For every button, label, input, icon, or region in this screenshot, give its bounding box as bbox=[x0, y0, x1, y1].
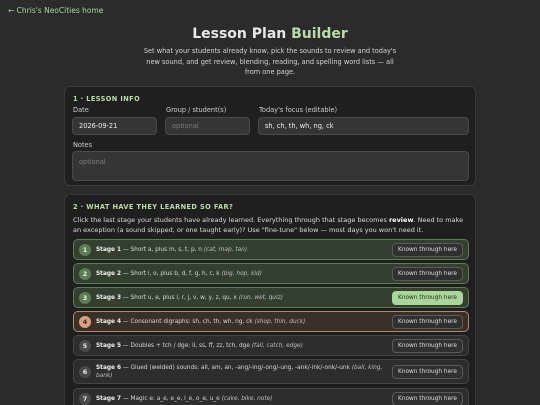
stage-row-6[interactable]: 6 Stage 6 — Glued (welded) sounds: all, … bbox=[73, 359, 469, 384]
focus-label: Today's focus (editable) bbox=[259, 106, 338, 114]
stage-name: Stage 7 bbox=[96, 395, 121, 402]
stage-description: Stage 6 — Glued (welded) sounds: all, am… bbox=[96, 364, 383, 379]
stage-name: Stage 2 bbox=[96, 270, 121, 277]
stage-examples: (cake, bike, note) bbox=[221, 395, 273, 402]
stage-desc: Consonant digraphs: sh, ch, th, wh, ng, … bbox=[130, 318, 253, 325]
stage-examples: (fall, catch, edge) bbox=[251, 342, 303, 349]
stage-number: 1 bbox=[79, 243, 91, 256]
stage-desc: Magic e: a_e, e_e, i_e, o_e, u_e bbox=[130, 395, 220, 402]
stage-desc: Short i, o, plus b, d, f, g, h, c, k bbox=[130, 270, 220, 277]
stage-number: 7 bbox=[79, 392, 91, 405]
stage-description: Stage 4 — Consonant digraphs: sh, ch, th… bbox=[96, 318, 306, 325]
stage-desc: Glued (welded) sounds: all, am, an, -ang… bbox=[130, 364, 350, 371]
stages-heading: 2 · WHAT HAVE THEY LEARNED SO FAR? bbox=[73, 203, 234, 211]
notes-textarea[interactable]: optional bbox=[72, 151, 469, 181]
stage-description: Stage 5 — Doubles + tch / dge: ll, ss, f… bbox=[96, 342, 303, 349]
page-subtitle: Set what your students already know, pic… bbox=[143, 47, 397, 76]
known-through-button[interactable]: Known through here bbox=[392, 242, 463, 257]
lesson-info-heading: 1 · LESSON INFO bbox=[73, 95, 141, 103]
group-input[interactable]: optional bbox=[165, 117, 250, 135]
stage-row-2[interactable]: 2 Stage 2 — Short i, o, plus b, d, f, g,… bbox=[73, 263, 469, 284]
stage-examples: (cat, map, tan) bbox=[203, 246, 248, 253]
known-through-button[interactable]: Known through here bbox=[392, 314, 463, 329]
stage-description: Stage 3 — Short u, e, plus l, r, j, v, w… bbox=[96, 294, 283, 301]
date-input[interactable]: 2026-09-21 bbox=[72, 117, 157, 135]
stage-examples: (big, hop, kid) bbox=[221, 270, 262, 277]
known-through-button-selected[interactable]: Known through here bbox=[392, 290, 463, 305]
stage-description: Stage 7 — Magic e: a_e, e_e, i_e, o_e, u… bbox=[96, 395, 273, 402]
known-through-button[interactable]: Known through here bbox=[392, 391, 463, 405]
stages-intro: Click the last stage your students have … bbox=[73, 215, 469, 235]
stage-description: Stage 1 — Short a, plus m, s, t, p, n (c… bbox=[96, 246, 248, 253]
stage-number: 3 bbox=[79, 291, 91, 304]
stage-row-7[interactable]: 7 Stage 7 — Magic e: a_e, e_e, i_e, o_e,… bbox=[73, 388, 469, 405]
stage-number: 5 bbox=[79, 339, 91, 352]
stage-name: Stage 3 bbox=[96, 294, 121, 301]
stage-examples: (shop, thin, duck) bbox=[254, 318, 306, 325]
known-through-button[interactable]: Known through here bbox=[392, 266, 463, 281]
stage-name: Stage 6 bbox=[96, 364, 121, 371]
stage-number: 4 bbox=[79, 315, 91, 328]
stage-number: 6 bbox=[79, 365, 91, 378]
title-accent: Builder bbox=[291, 26, 348, 42]
focus-input[interactable]: sh, ch, th, wh, ng, ck bbox=[258, 117, 469, 135]
intro-text-bold: review bbox=[388, 216, 414, 224]
stage-name: Stage 5 bbox=[96, 342, 121, 349]
stage-row-3[interactable]: 3 Stage 3 — Short u, e, plus l, r, j, v,… bbox=[73, 287, 469, 308]
notes-label: Notes bbox=[73, 141, 93, 149]
stage-row-4[interactable]: 4 Stage 4 — Consonant digraphs: sh, ch, … bbox=[73, 311, 469, 332]
known-through-button[interactable]: Known through here bbox=[392, 364, 463, 379]
stage-row-5[interactable]: 5 Stage 5 — Doubles + tch / dge: ll, ss,… bbox=[73, 335, 469, 356]
stage-description: Stage 2 — Short i, o, plus b, d, f, g, h… bbox=[96, 270, 262, 277]
back-home-link[interactable]: ← Chris's NeoCities home bbox=[8, 6, 103, 15]
date-label: Date bbox=[73, 106, 89, 114]
stage-desc: Short a, plus m, s, t, p, n bbox=[130, 246, 202, 253]
page-title: Lesson Plan Builder bbox=[0, 26, 540, 42]
group-label: Group / student(s) bbox=[166, 106, 227, 114]
title-main: Lesson Plan bbox=[192, 26, 287, 42]
stage-desc: Doubles + tch / dge: ll, ss, ff, zz, tch… bbox=[130, 342, 250, 349]
stage-number: 2 bbox=[79, 267, 91, 280]
stage-desc: Short u, e, plus l, r, j, v, w, y, z, qu… bbox=[130, 294, 237, 301]
known-through-button[interactable]: Known through here bbox=[392, 338, 463, 353]
intro-text-pre: Click the last stage your students have … bbox=[73, 216, 389, 224]
stage-name: Stage 1 bbox=[96, 246, 121, 253]
lesson-info-card: 1 · LESSON INFO Date 2026-09-21 Group / … bbox=[64, 86, 476, 186]
stage-examples: (run, wet, quiz) bbox=[238, 294, 283, 301]
stage-name: Stage 4 bbox=[96, 318, 121, 325]
stages-card: 2 · WHAT HAVE THEY LEARNED SO FAR? Click… bbox=[64, 194, 476, 405]
stage-row-1[interactable]: 1 Stage 1 — Short a, plus m, s, t, p, n … bbox=[73, 239, 469, 260]
